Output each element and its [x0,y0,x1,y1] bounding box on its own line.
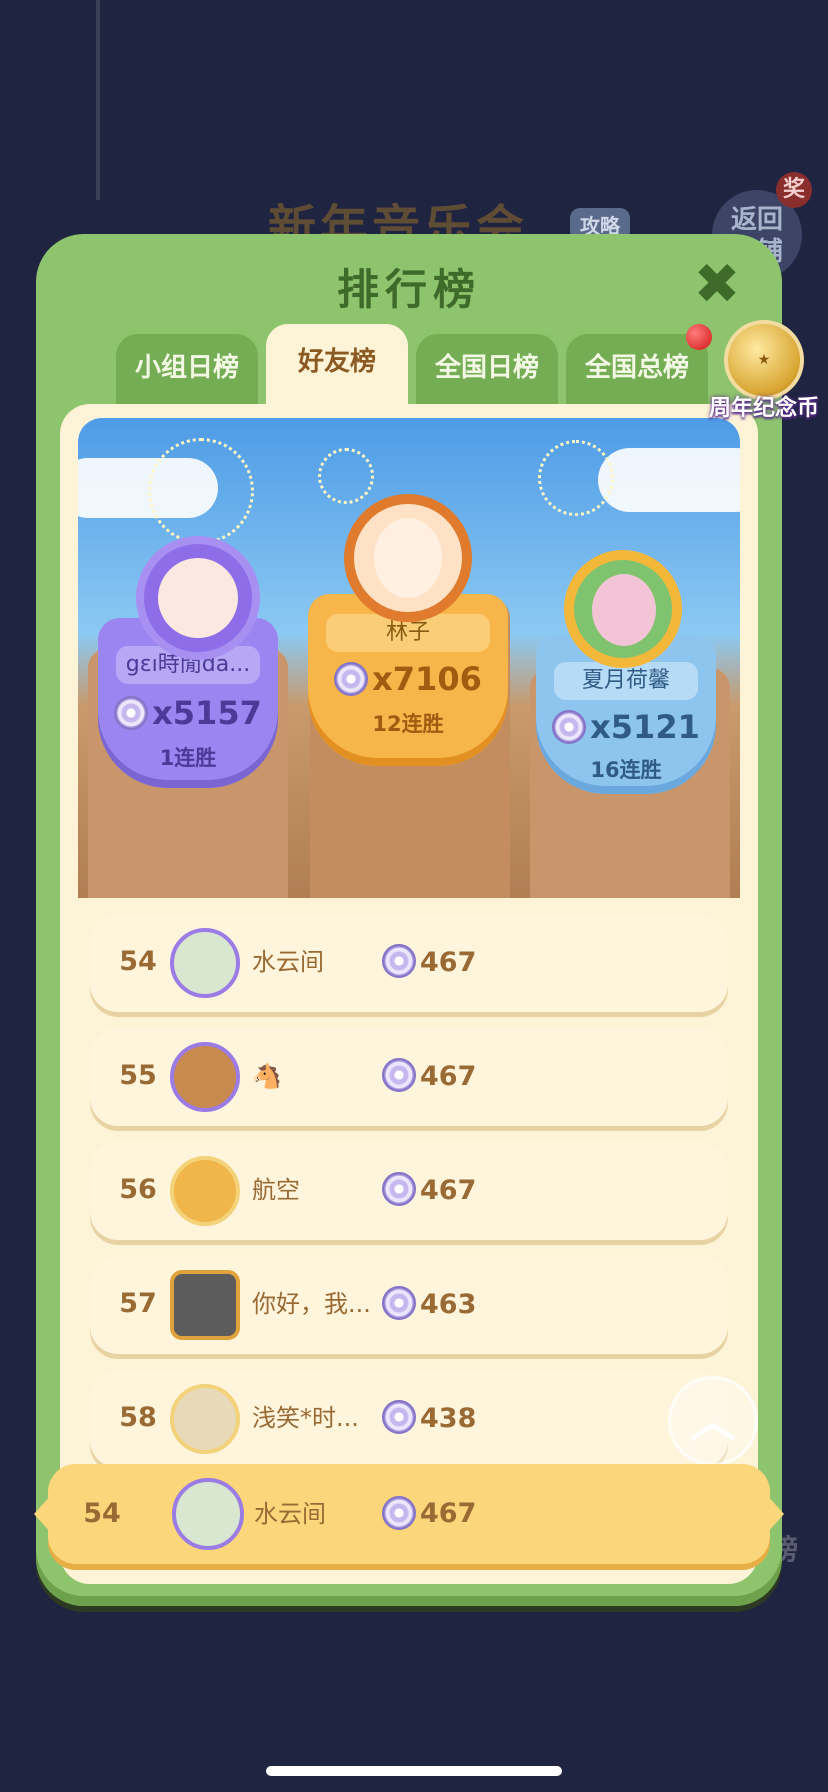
coin-icon: ★ [724,320,804,400]
avatar[interactable] [170,1156,240,1226]
ribbon-right [766,1494,784,1534]
tab-national-total[interactable]: 全国总榜 [566,324,712,410]
podium-first-streak: 12连胜 [372,712,444,736]
player-name: 🐴 [252,1062,282,1090]
tab-label: 全国总榜 [584,353,689,383]
tab-label: 全国日榜 [434,353,539,383]
player-score: 463 [420,1289,477,1320]
record-disc-icon [334,662,369,696]
tab-national-daily[interactable]: 全国日榜 [416,330,558,410]
player-score: 467 [420,1061,477,1092]
rank-number: 58 [119,1402,157,1433]
player-name: 浅笑*时... [252,1404,359,1432]
leaderboard-content: gɛı時閒da... x5157 1连胜 林子 x7106 12连胜 夏月荷馨 … [60,404,758,1584]
home-indicator[interactable] [266,1766,562,1776]
record-disc-icon [382,1496,416,1530]
list-item[interactable]: 55 🐴 467 [90,1028,728,1126]
tab-label: 好友榜 [297,347,376,377]
prize-badge: 奖 [776,172,812,208]
player-score: 467 [420,947,477,978]
list-item[interactable]: 56 航空 467 [90,1142,728,1240]
scroll-to-top-button[interactable]: ︿ [668,1376,758,1466]
player-score: 438 [420,1403,477,1434]
player-name: 水云间 [254,1500,326,1528]
avatar[interactable] [564,550,682,668]
my-rank-row[interactable]: 54 水云间 467 [34,1464,784,1564]
record-disc-icon [382,1286,416,1320]
rank-number: 55 [119,1060,157,1091]
podium-second-streak: 1连胜 [159,746,217,770]
podium-third-streak: 16连胜 [590,758,662,782]
avatar[interactable] [170,1384,240,1454]
list-item[interactable]: 58 浅笑*时... 438 [90,1370,728,1468]
tab-bar: 小组日榜 好友榜 全国日榜 全国总榜 [116,324,756,416]
avatar[interactable] [172,1478,244,1550]
record-disc-icon [382,944,416,978]
close-icon[interactable]: ✖ [692,257,742,313]
podium: gɛı時閒da... x5157 1连胜 林子 x7106 12连胜 夏月荷馨 … [78,418,740,898]
avatar[interactable] [170,1042,240,1112]
record-disc-icon [382,1400,416,1434]
player-score: 467 [420,1498,477,1529]
anniversary-coin-button[interactable]: ★ 周年纪念币 [700,320,828,440]
podium-third-score: x5121 [590,708,700,746]
avatar[interactable] [170,928,240,998]
rank-number: 54 [83,1498,121,1529]
tab-group-daily[interactable]: 小组日榜 [116,330,258,410]
cloud [598,448,740,512]
avatar-image [374,518,442,598]
firework [148,438,254,544]
rank-number: 57 [119,1288,157,1319]
panel-title: 排行榜 [336,265,481,314]
record-disc-icon [382,1058,416,1092]
rank-number: 56 [119,1174,157,1205]
player-name: 你好，我... [252,1290,371,1318]
record-disc-icon [114,696,149,730]
tab-friends[interactable]: 好友榜 [266,324,408,416]
player-name: 水云间 [252,948,324,976]
podium-first-score: x7106 [372,660,482,698]
player-name: 航空 [252,1176,300,1204]
leaderboard-panel: 排行榜 ✖ 小组日榜 好友榜 全国日榜 全国总榜 gɛı時閒da... x515… [36,234,782,1606]
avatar-image [158,558,238,638]
ribbon-left [34,1494,52,1534]
firework [538,440,614,516]
avatar[interactable] [170,1270,240,1340]
rank-number: 54 [119,946,157,977]
list-item[interactable]: 57 你好，我... 463 [90,1256,728,1354]
anniversary-coin-label: 周年纪念币 [708,396,819,421]
firework [318,448,374,504]
tab-label: 小组日榜 [134,353,239,383]
list-item[interactable]: 54 水云间 467 [90,914,728,1012]
player-score: 467 [420,1175,477,1206]
record-disc-icon [552,710,587,744]
podium-second-score: x5157 [152,694,262,732]
avatar[interactable] [136,536,260,660]
avatar[interactable] [344,494,472,622]
record-disc-icon [382,1172,416,1206]
background-pendulum [96,0,100,200]
avatar-image [592,574,656,646]
